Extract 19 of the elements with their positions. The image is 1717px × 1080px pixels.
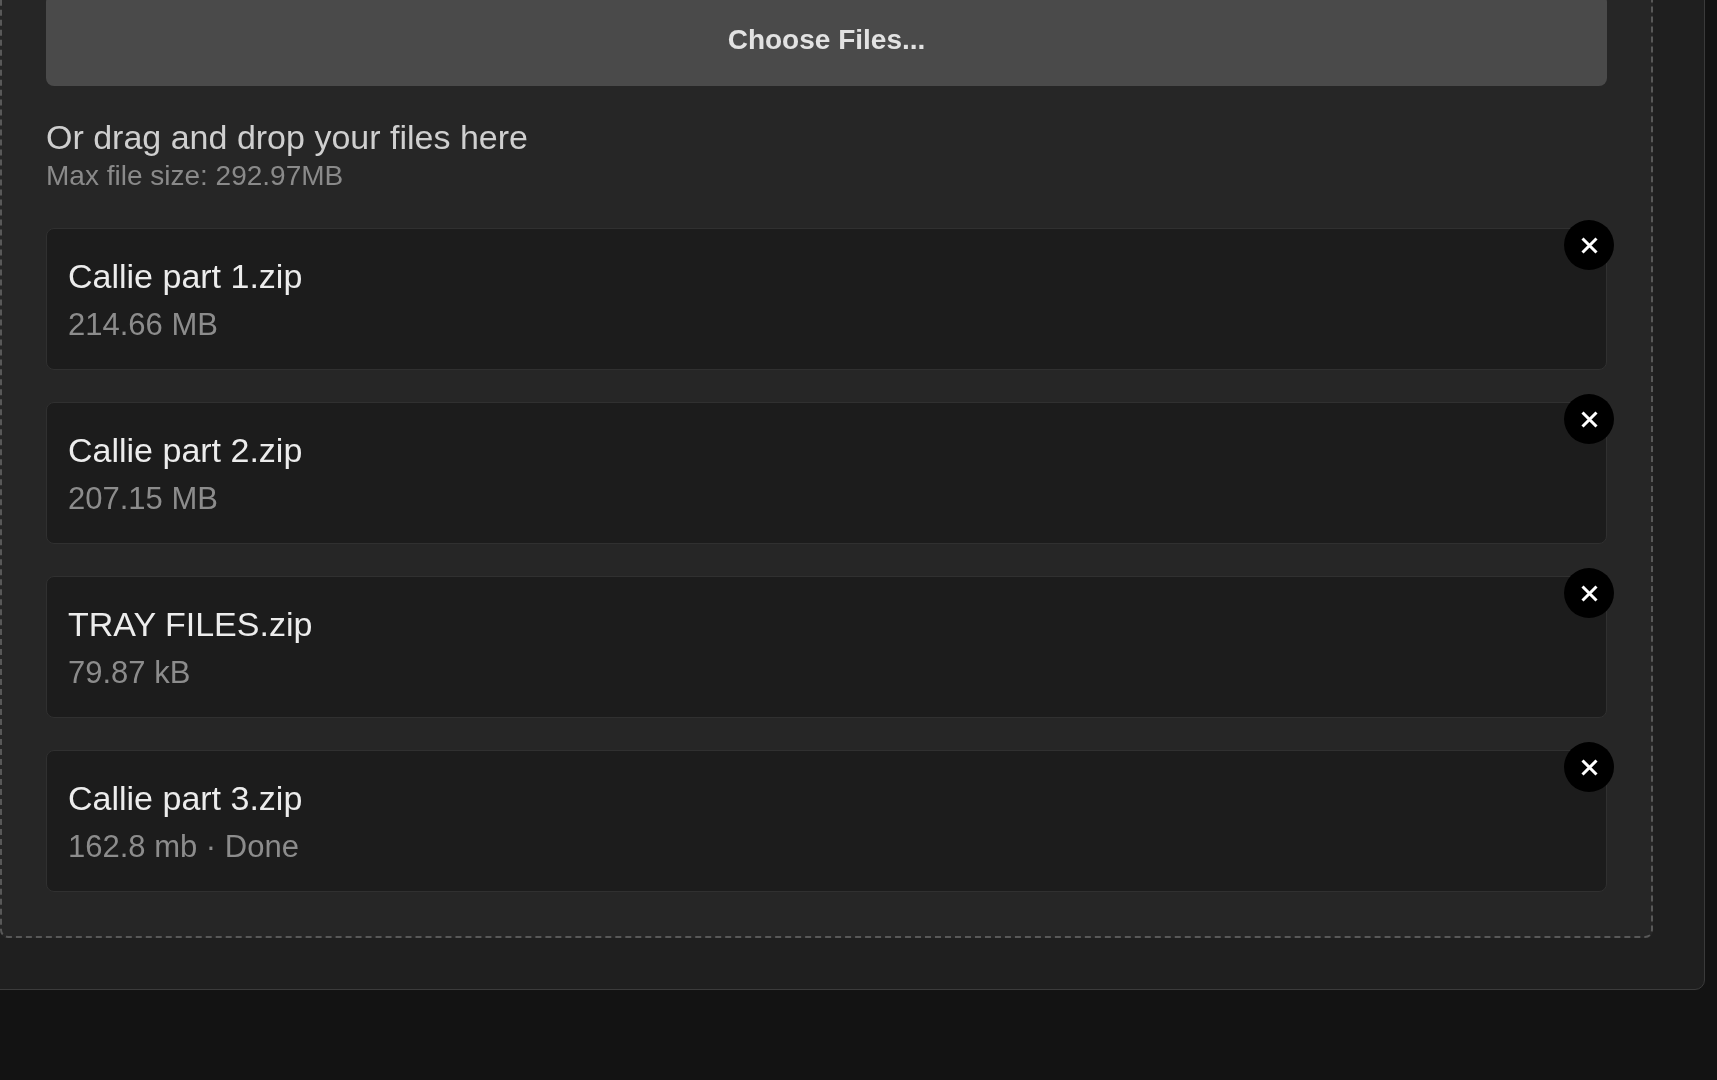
- file-details: 162.8 mb · Done: [68, 828, 299, 866]
- file-name: Callie part 2.zip: [68, 430, 303, 471]
- file-details: 214.66 MB: [68, 306, 218, 344]
- remove-file-button[interactable]: [1564, 394, 1614, 444]
- file-name: Callie part 3.zip: [68, 778, 303, 819]
- file-name: TRAY FILES.zip: [68, 604, 313, 645]
- remove-file-button[interactable]: [1564, 220, 1614, 270]
- max-size-note: Max file size: 292.97MB: [46, 160, 345, 192]
- drop-hint: Or drag and drop your files here: [46, 117, 529, 157]
- close-icon: [1580, 584, 1598, 602]
- file-details: 207.15 MB: [68, 480, 218, 518]
- choose-files-button[interactable]: Choose Files...: [46, 0, 1607, 86]
- close-icon: [1580, 236, 1598, 254]
- close-icon: [1580, 758, 1598, 776]
- remove-file-button[interactable]: [1564, 742, 1614, 792]
- remove-file-button[interactable]: [1564, 568, 1614, 618]
- file-name: Callie part 1.zip: [68, 256, 303, 297]
- close-icon: [1580, 410, 1598, 428]
- file-details: 79.87 kB: [68, 654, 191, 692]
